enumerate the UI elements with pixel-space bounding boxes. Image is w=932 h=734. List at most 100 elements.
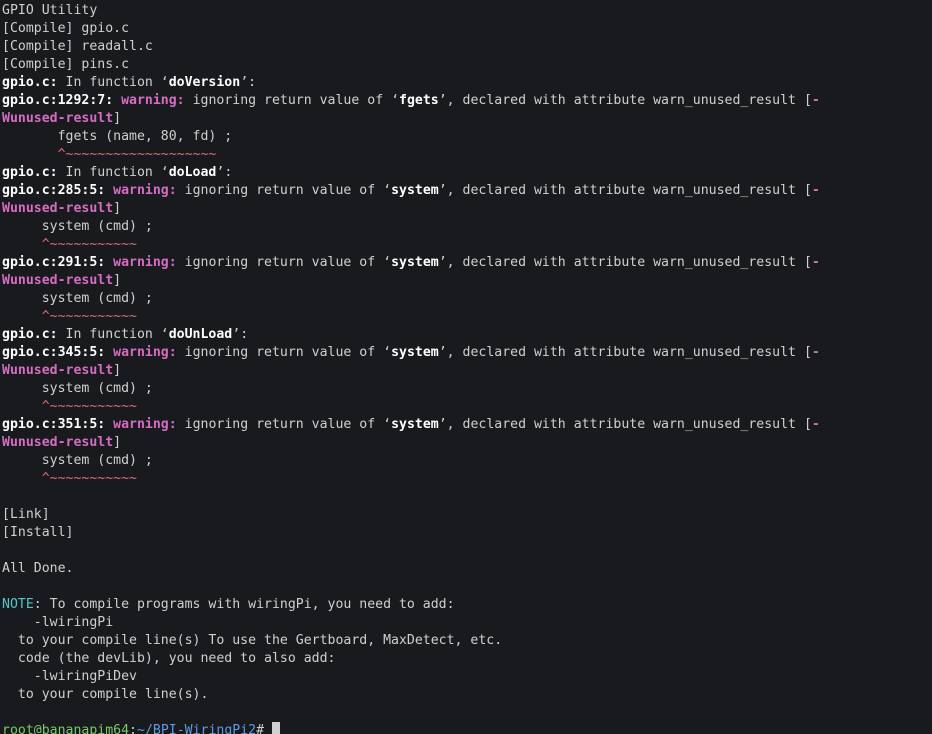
terminal-text: system <box>391 417 439 432</box>
terminal-text: In function ‘ <box>58 75 169 90</box>
prompt-symbol: # <box>256 723 272 734</box>
terminal-text: Wunused-result <box>2 201 113 216</box>
terminal-text: ’, declared with attribute warn_unused_r… <box>439 183 812 198</box>
terminal-line: Wunused-result] <box>2 110 930 128</box>
terminal-line: ^~~~~~~~~~~~ <box>2 470 930 488</box>
terminal-text: ’: <box>240 75 256 90</box>
terminal-line: GPIO Utility <box>2 2 930 20</box>
terminal-line: gpio.c: In function ‘doLoad’: <box>2 164 930 182</box>
terminal-text: ’, declared with attribute warn_unused_r… <box>439 345 812 360</box>
terminal-text: system (cmd) ; <box>2 219 153 234</box>
terminal-text: In function ‘ <box>58 327 169 342</box>
terminal-text: to your compile line(s) To use the Gertb… <box>2 633 502 648</box>
terminal-text: ^~~~~~~~~~~~ <box>2 309 137 324</box>
terminal-line: Wunused-result] <box>2 272 930 290</box>
terminal-text: gpio.c: <box>2 75 58 90</box>
terminal-line: ^~~~~~~~~~~~ <box>2 236 930 254</box>
terminal-line: gpio.c:351:5: warning: ignoring return v… <box>2 416 930 434</box>
terminal-text: ] <box>113 363 121 378</box>
terminal-line: -lwiringPiDev <box>2 668 930 686</box>
cursor-icon <box>272 722 280 734</box>
terminal-text: fgets <box>399 93 439 108</box>
terminal-text: Wunused-result <box>2 111 113 126</box>
terminal-text: fgets (name, 80, fd) ; <box>2 129 232 144</box>
terminal-line: [Install] <box>2 524 930 542</box>
terminal-line: gpio.c:285:5: warning: ignoring return v… <box>2 182 930 200</box>
terminal-text: : To compile programs with wiringPi, you… <box>34 597 455 612</box>
terminal-line: to your compile line(s) To use the Gertb… <box>2 632 930 650</box>
terminal-text: gpio.c:291:5: <box>2 255 105 270</box>
terminal-output[interactable]: GPIO Utility [Compile] gpio.c [Compile] re… <box>0 0 932 734</box>
terminal-text: warning: <box>113 255 184 270</box>
terminal-line: system (cmd) ; <box>2 290 930 308</box>
terminal-text: ignoring return value of ‘ <box>185 255 391 270</box>
terminal-line: [Compile] readall.c <box>2 38 930 56</box>
terminal-text: gpio.c: <box>2 165 58 180</box>
terminal-text <box>105 255 113 270</box>
terminal-line: to your compile line(s). <box>2 686 930 704</box>
terminal-text <box>113 93 121 108</box>
terminal-line: Wunused-result] <box>2 434 930 452</box>
terminal-text: Wunused-result <box>2 435 113 450</box>
terminal-line: gpio.c:345:5: warning: ignoring return v… <box>2 344 930 362</box>
terminal-text: -lwiringPiDev <box>2 669 137 684</box>
terminal-text: GPIO Utility <box>2 3 97 18</box>
terminal-line: gpio.c:291:5: warning: ignoring return v… <box>2 254 930 272</box>
terminal-text: warning: <box>113 345 184 360</box>
terminal-text: gpio.c:351:5: <box>2 417 105 432</box>
terminal-text: warning: <box>113 417 184 432</box>
terminal-text: ignoring return value of ‘ <box>185 417 391 432</box>
terminal-line: code (the devLib), you need to also add: <box>2 650 930 668</box>
terminal-line: gpio.c: In function ‘doUnLoad’: <box>2 326 930 344</box>
terminal-text: gpio.c:345:5: <box>2 345 105 360</box>
terminal-text: ignoring return value of ‘ <box>185 183 391 198</box>
prompt-path: ~/BPI-WiringPi2 <box>137 723 256 734</box>
terminal-text: gpio.c:1292:7: <box>2 93 113 108</box>
terminal-text: system <box>391 345 439 360</box>
terminal-text: doLoad <box>169 165 217 180</box>
terminal-line: -lwiringPi <box>2 614 930 632</box>
terminal-text: system (cmd) ; <box>2 291 153 306</box>
terminal-line: gpio.c: In function ‘doVersion’: <box>2 74 930 92</box>
terminal-text: system (cmd) ; <box>2 453 153 468</box>
terminal-text: - <box>812 417 820 432</box>
terminal-line <box>2 488 930 506</box>
terminal-line: system (cmd) ; <box>2 452 930 470</box>
terminal-text: - <box>812 255 820 270</box>
terminal-prompt-line[interactable]: root@bananapim64:~/BPI-WiringPi2# <box>2 722 930 734</box>
terminal-text: ignoring return value of ‘ <box>193 93 399 108</box>
terminal-text: Wunused-result <box>2 363 113 378</box>
terminal-text: ’, declared with attribute warn_unused_r… <box>439 93 812 108</box>
terminal-line: ^~~~~~~~~~~~~~~~~~~~ <box>2 146 930 164</box>
prompt-user-host: root@bananapim64 <box>2 723 129 734</box>
terminal-line: ^~~~~~~~~~~~ <box>2 398 930 416</box>
terminal-text: code (the devLib), you need to also add: <box>2 651 335 666</box>
terminal-line: gpio.c:1292:7: warning: ignoring return … <box>2 92 930 110</box>
terminal-line: All Done. <box>2 560 930 578</box>
terminal-text: In function ‘ <box>58 165 169 180</box>
terminal-text: doUnLoad <box>169 327 233 342</box>
terminal-line: [Link] <box>2 506 930 524</box>
terminal-text <box>105 183 113 198</box>
terminal-text: ’: <box>216 165 232 180</box>
terminal-text: ^~~~~~~~~~~~ <box>2 237 137 252</box>
terminal-text: ^~~~~~~~~~~~ <box>2 471 137 486</box>
terminal-text: ] <box>113 435 121 450</box>
terminal-text: doVersion <box>169 75 240 90</box>
terminal-text <box>105 417 113 432</box>
terminal-text: gpio.c: <box>2 327 58 342</box>
terminal-text: system (cmd) ; <box>2 381 153 396</box>
terminal-line: system (cmd) ; <box>2 380 930 398</box>
terminal-text: warning: <box>121 93 192 108</box>
terminal-line: Wunused-result] <box>2 362 930 380</box>
terminal-text: gpio.c:285:5: <box>2 183 105 198</box>
terminal-text: ^~~~~~~~~~~~~~~~~~~~ <box>2 147 216 162</box>
terminal-text: system <box>391 183 439 198</box>
terminal-line <box>2 704 930 722</box>
terminal-text: ignoring return value of ‘ <box>185 345 391 360</box>
terminal-line: ^~~~~~~~~~~~ <box>2 308 930 326</box>
terminal-text: [Compile] gpio.c <box>2 21 129 36</box>
terminal-text: - <box>812 93 820 108</box>
terminal-text: ] <box>113 111 121 126</box>
terminal-text: -lwiringPi <box>2 615 113 630</box>
